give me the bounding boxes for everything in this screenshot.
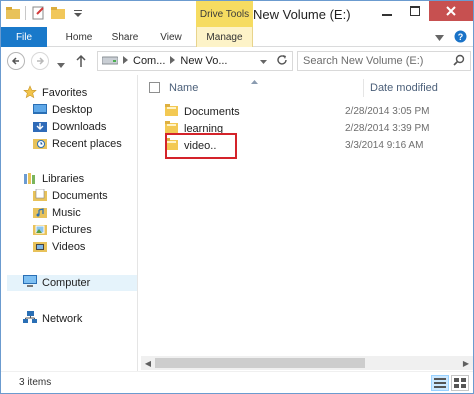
nav-label: Recent places xyxy=(52,138,122,150)
recent-places-icon xyxy=(33,137,47,152)
back-button[interactable] xyxy=(7,52,25,70)
file-date: 3/3/2014 9:16 AM xyxy=(345,140,424,151)
tab-view[interactable]: View xyxy=(151,27,191,47)
forward-button[interactable] xyxy=(31,52,49,70)
ribbon-tabs: File Home Share View Manage ? xyxy=(1,27,473,47)
tab-file[interactable]: File xyxy=(1,27,47,47)
search-placeholder: Search New Volume (E:) xyxy=(303,55,424,67)
breadcrumb-computer[interactable]: Com... xyxy=(133,55,165,67)
file-date: 2/28/2014 3:05 PM xyxy=(345,106,430,117)
recent-locations-icon[interactable] xyxy=(57,59,65,71)
address-bar[interactable]: Com... New Vo... xyxy=(97,51,293,71)
column-divider[interactable] xyxy=(363,79,364,97)
window-controls xyxy=(373,1,473,21)
highlight-box xyxy=(165,133,237,159)
videos-icon xyxy=(33,240,47,255)
item-count: 3 items xyxy=(19,377,52,388)
nav-libraries[interactable]: Libraries xyxy=(23,171,84,187)
select-all-checkbox[interactable] xyxy=(149,82,160,93)
column-header-date[interactable]: Date modified xyxy=(370,79,438,97)
nav-label: Network xyxy=(42,313,83,325)
nav-item-documents[interactable]: Documents xyxy=(33,188,108,204)
nav-item-desktop[interactable]: Desktop xyxy=(33,102,92,118)
quick-access-toolbar xyxy=(5,5,86,21)
music-icon xyxy=(33,206,47,221)
pictures-icon xyxy=(33,223,47,238)
network-icon xyxy=(23,311,37,327)
nav-label: Documents xyxy=(52,190,108,202)
toolbar-divider xyxy=(25,6,26,20)
nav-item-videos[interactable]: Videos xyxy=(33,239,85,255)
address-dropdown-icon[interactable] xyxy=(260,55,267,67)
breadcrumb-separator-icon[interactable] xyxy=(123,55,128,67)
nav-network[interactable]: Network xyxy=(23,311,82,327)
title-bar: Drive Tools New Volume (E:) xyxy=(1,1,473,27)
documents-icon xyxy=(33,188,47,204)
column-header-name[interactable]: Name xyxy=(169,79,198,97)
tab-home[interactable]: Home xyxy=(59,27,99,47)
nav-label: Pictures xyxy=(52,224,92,236)
minimize-button[interactable] xyxy=(373,1,401,21)
nav-label: Videos xyxy=(52,241,86,253)
nav-favorites[interactable]: Favorites xyxy=(23,84,88,102)
new-folder-icon[interactable] xyxy=(50,5,66,21)
breadcrumb-separator-icon[interactable] xyxy=(170,55,176,67)
drive-tools-context-tab: Drive Tools xyxy=(196,1,253,27)
tab-share[interactable]: Share xyxy=(105,27,145,47)
app-folder-icon[interactable] xyxy=(5,5,21,21)
up-button[interactable] xyxy=(75,54,87,71)
scroll-left-icon[interactable]: ◀ xyxy=(141,356,155,370)
refresh-icon[interactable] xyxy=(276,54,288,69)
nav-item-downloads[interactable]: Downloads xyxy=(33,119,106,135)
libraries-icon xyxy=(23,171,37,188)
sort-arrow-icon xyxy=(251,75,258,87)
nav-item-recent-places[interactable]: Recent places xyxy=(33,136,122,152)
downloads-icon xyxy=(33,120,47,135)
nav-label: Music xyxy=(52,207,81,219)
svg-text:?: ? xyxy=(458,32,464,42)
customize-qat-icon[interactable] xyxy=(70,5,86,21)
nav-item-music[interactable]: Music xyxy=(33,205,81,221)
nav-label: Computer xyxy=(42,277,91,289)
computer-icon xyxy=(23,275,37,291)
close-button[interactable] xyxy=(429,1,473,21)
file-date: 2/28/2014 3:39 PM xyxy=(345,123,430,134)
expand-ribbon-icon[interactable] xyxy=(435,32,444,44)
maximize-button[interactable] xyxy=(401,1,429,21)
properties-icon[interactable] xyxy=(30,5,46,21)
file-name: Documents xyxy=(184,105,240,118)
nav-label: Downloads xyxy=(52,121,107,133)
star-icon xyxy=(23,84,37,102)
tab-manage[interactable]: Manage xyxy=(196,27,253,47)
nav-label: Favorites xyxy=(42,87,88,99)
window-title: New Volume (E:) xyxy=(253,7,351,22)
search-icon[interactable] xyxy=(453,54,465,69)
scroll-right-icon[interactable]: ▶ xyxy=(459,356,473,370)
nav-label: Libraries xyxy=(42,173,85,185)
large-icons-view-button[interactable] xyxy=(451,375,469,391)
search-input[interactable]: Search New Volume (E:) xyxy=(297,51,471,71)
help-icon[interactable]: ? xyxy=(454,30,467,46)
nav-item-pictures[interactable]: Pictures xyxy=(33,222,92,238)
file-row[interactable]: Documents 2/28/2014 3:05 PM xyxy=(165,103,430,120)
scroll-thumb[interactable] xyxy=(155,358,365,368)
explorer-window: Drive Tools New Volume (E:) File Home Sh… xyxy=(0,0,474,394)
navigation-pane: Favorites Desktop Downloads Recent place… xyxy=(1,75,138,371)
nav-label: Desktop xyxy=(52,104,93,116)
folder-icon xyxy=(165,104,178,119)
horizontal-scrollbar[interactable]: ◀ ▶ xyxy=(141,356,473,370)
desktop-icon xyxy=(33,103,47,118)
address-row: Com... New Vo... Search New Volume (E:) xyxy=(1,48,473,74)
view-buttons xyxy=(431,375,469,391)
status-bar: 3 items xyxy=(1,371,473,393)
file-list-pane: Name Date modified Documents 2/28/2014 3… xyxy=(139,75,473,371)
ribbon-right-controls: ? xyxy=(435,30,467,46)
breadcrumb-new-volume[interactable]: New Vo... xyxy=(180,55,227,67)
details-view-button[interactable] xyxy=(431,375,449,391)
nav-computer[interactable]: Computer xyxy=(7,275,137,291)
drive-icon xyxy=(101,55,119,68)
